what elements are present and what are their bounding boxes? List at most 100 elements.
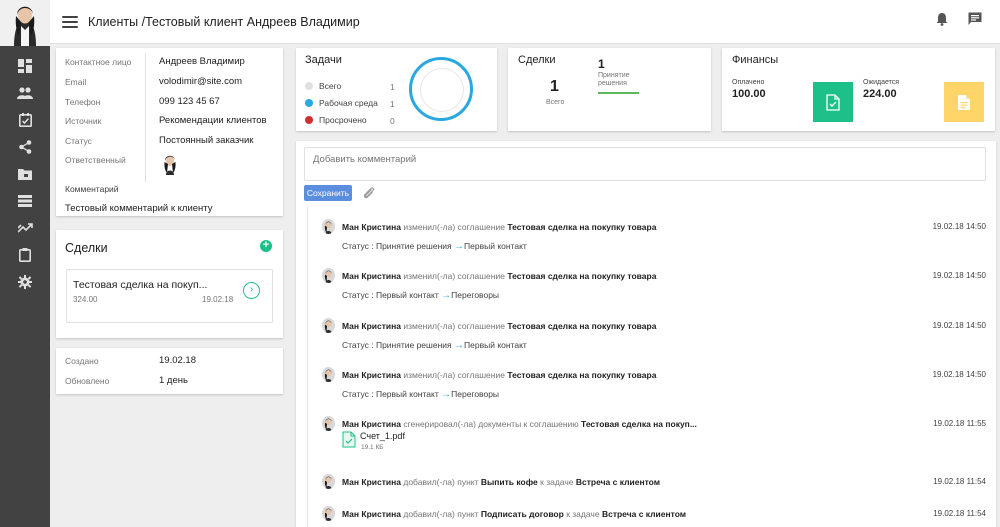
event-suffix-target[interactable]: Встреча с клиентом: [576, 477, 660, 487]
tasks-overdue[interactable]: Просрочено: [305, 115, 367, 125]
event-suffix-target[interactable]: Встреча с клиентом: [602, 509, 686, 519]
event-avatar: [322, 506, 335, 521]
nav-settings[interactable]: [0, 268, 50, 295]
event-target[interactable]: Подписать договор: [481, 509, 564, 519]
red-dot-icon: [305, 116, 313, 124]
deal-amount: 324.00: [73, 295, 98, 304]
client-info-card: Контактное лицо Андреев Владимир Email v…: [56, 48, 283, 216]
nav-files[interactable]: [0, 160, 50, 187]
responsible-avatar[interactable]: [160, 153, 180, 175]
nav-tasks[interactable]: [0, 106, 50, 133]
chat-icon[interactable]: [968, 12, 982, 26]
event-target[interactable]: Тестовая сделка на покупку товара: [507, 271, 656, 281]
event-status-from: Принятие решения: [375, 241, 452, 251]
event-user[interactable]: Ман Кристина: [342, 419, 401, 429]
meta-card: Создано 19.02.18 Обновлено 1 день: [56, 348, 283, 394]
save-button[interactable]: Сохранить: [304, 185, 352, 201]
user-avatar[interactable]: [0, 0, 50, 46]
expected-value: 224.00: [863, 88, 897, 100]
event-user[interactable]: Ман Кристина: [342, 370, 401, 380]
bell-icon[interactable]: [936, 12, 948, 26]
event-suffix: к задаче: [566, 509, 600, 519]
activity-panel: Сохранить Ман Кристина изменил(-ла) согл…: [296, 141, 996, 527]
event-target[interactable]: Тестовая сделка на покуп...: [581, 419, 697, 429]
file-name: Счет_1.pdf: [360, 431, 405, 441]
event-target[interactable]: Тестовая сделка на покупку товара: [507, 370, 656, 380]
attach-icon[interactable]: [362, 186, 376, 200]
created-value: 19.02.18: [159, 355, 196, 366]
grey-dot-icon: [305, 82, 313, 90]
deals-stage-bar: [598, 92, 639, 94]
tasks-in-progress[interactable]: Рабочая среда: [305, 98, 378, 108]
tasks-total-count: 1: [390, 82, 395, 92]
nav-analytics[interactable]: [0, 214, 50, 241]
deals-card-title: Сделки: [65, 241, 108, 255]
attached-file[interactable]: Счет_1.pdf 19.1 КБ: [342, 431, 405, 451]
tasks-total-label: Всего: [319, 81, 342, 91]
event-target[interactable]: Тестовая сделка на покупку товара: [507, 222, 656, 232]
event-status-label: Статус :: [342, 340, 374, 350]
event-suffix: к задаче: [540, 477, 574, 487]
event-user[interactable]: Ман Кристина: [342, 321, 401, 331]
list-icon: [18, 194, 32, 207]
event-user[interactable]: Ман Кристина: [342, 509, 401, 519]
arrow-right-icon: →: [454, 241, 465, 252]
comment-label: Комментарий: [65, 184, 119, 194]
phone-value[interactable]: 099 123 45 67: [159, 96, 220, 107]
event-avatar: [322, 367, 335, 382]
expected-label: Ожидается: [863, 79, 900, 86]
updated-value: 1 день: [159, 375, 188, 386]
comment-text: Тестовый комментарий к клиенту: [65, 203, 213, 214]
event-status-to: Переговоры: [451, 290, 500, 300]
tasks-title: Задачи: [305, 54, 342, 66]
deals-total-label: Всего: [546, 99, 565, 106]
event-status-from: Принятие решения: [375, 340, 452, 350]
finance-card: Финансы Оплачено 100.00 Ожидается 224.00: [722, 48, 995, 131]
deals-card: Сделки + Тестовая сделка на покуп... 324…: [56, 230, 283, 338]
event-date: 19.02.18 14:50: [932, 321, 986, 330]
event-user[interactable]: Ман Кристина: [342, 271, 401, 281]
deals-total-count: 1: [550, 78, 559, 95]
event-user[interactable]: Ман Кристина: [342, 222, 401, 232]
event-avatar: [322, 474, 335, 489]
comment-input[interactable]: [304, 147, 986, 181]
event-avatar: [322, 416, 335, 431]
event-user[interactable]: Ман Кристина: [342, 477, 401, 487]
blue-dot-icon: [305, 99, 313, 107]
status-label: Статус: [65, 136, 92, 146]
paid-label: Оплачено: [732, 79, 765, 86]
event-avatar: [322, 318, 335, 333]
tasks-total[interactable]: Всего: [305, 81, 341, 91]
status-value: Постоянный заказчик: [159, 135, 254, 146]
nav-dashboard[interactable]: [0, 52, 50, 79]
nav-clients[interactable]: [0, 79, 50, 106]
responsible-label: Ответственный: [65, 155, 126, 165]
paid-invoice-icon[interactable]: [813, 82, 853, 122]
tasks-icon: [18, 112, 32, 127]
event-date: 19.02.18 11:55: [933, 419, 986, 428]
deal-item[interactable]: Тестовая сделка на покуп... 324.00 19.02…: [66, 269, 273, 323]
dashboard-icon: [18, 58, 32, 73]
clipboard-icon: [19, 247, 31, 262]
people-icon: [17, 86, 33, 99]
nav-list[interactable]: [0, 187, 50, 214]
updated-label: Обновлено: [65, 376, 110, 386]
event-action: изменил(-ла) соглашение: [403, 222, 505, 232]
event-status-from: Первый контакт: [375, 389, 439, 399]
email-value[interactable]: volodimir@site.com: [159, 76, 242, 87]
folder-icon: [18, 168, 32, 180]
expected-invoice-icon[interactable]: [944, 82, 984, 122]
nav-share[interactable]: [0, 133, 50, 160]
event-status-to: Первый контакт: [464, 340, 527, 350]
event-target[interactable]: Выпить кофе: [481, 477, 538, 487]
nav-reports[interactable]: [0, 241, 50, 268]
top-bar: Клиенты /Тестовый клиент Андреев Владими…: [50, 0, 1000, 44]
menu-icon[interactable]: [62, 15, 78, 28]
tasks-overdue-label: Просрочено: [319, 115, 367, 125]
event-target[interactable]: Тестовая сделка на покупку товара: [507, 321, 656, 331]
chevron-right-icon[interactable]: ›: [243, 282, 260, 299]
add-deal-icon[interactable]: +: [260, 240, 272, 252]
event-status-to: Переговоры: [451, 389, 500, 399]
event-action: изменил(-ла) соглашение: [403, 321, 505, 331]
created-label: Создано: [65, 356, 99, 366]
